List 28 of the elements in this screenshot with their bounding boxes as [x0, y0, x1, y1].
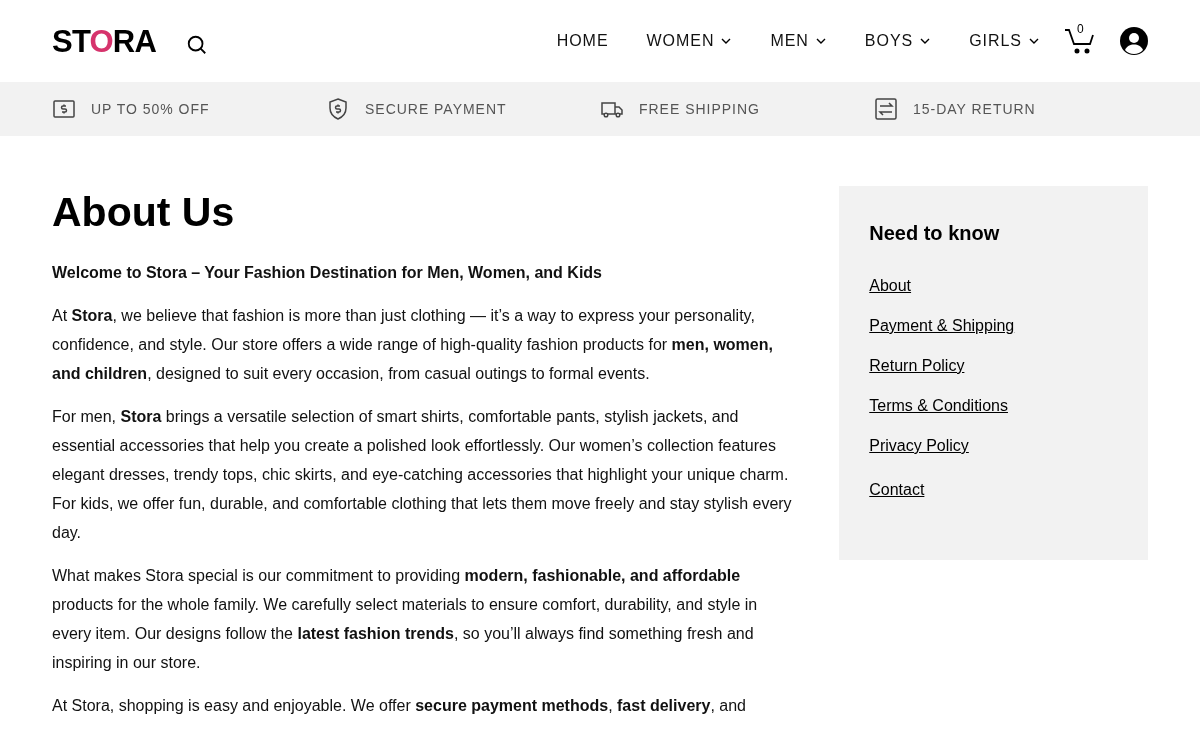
- paragraph: Welcome to Stora – Your Fashion Destination for Men, Women, and Kids: [52, 263, 603, 283]
- dollar-bill-icon: [52, 97, 76, 121]
- sidebar-link[interactable]: Contact: [869, 478, 925, 502]
- shield-dollar-icon: [326, 97, 350, 121]
- sidebar-link[interactable]: Privacy Policy: [869, 434, 969, 458]
- paragraph: What makes Stora special is our commitment to providing modern, fashionable, and affordable products for the whole family. We carefully select materials to ensure comfort, durability, and style in every item. Our designs follow the latest fashion trends, so you’ll always find something fresh and inspiring in our store.: [52, 566, 759, 673]
- feature-label: UP TO 50% OFF: [91, 99, 210, 119]
- nav-link[interactable]: BOYS: [864, 29, 932, 53]
- sidebar-link[interactable]: Payment & Shipping: [869, 314, 1015, 338]
- nav-link[interactable]: GIRLS: [969, 29, 1040, 53]
- sidebar-title: Need to know: [869, 221, 1001, 246]
- sidebar-link[interactable]: About: [869, 274, 912, 298]
- nav-link[interactable]: HOME: [556, 29, 609, 53]
- sidebar-link[interactable]: Return Policy: [869, 354, 965, 378]
- nav-link[interactable]: MEN: [770, 29, 827, 53]
- sidebar-link[interactable]: Terms & Conditions: [869, 394, 1008, 418]
- nav-link[interactable]: WOMEN: [646, 29, 733, 53]
- exchange-arrows-icon: [874, 97, 898, 121]
- feature-label: 15-DAY RETURN: [913, 99, 1036, 119]
- page-title: About Us: [52, 188, 236, 237]
- logo[interactable]: STORA: [52, 25, 157, 57]
- paragraph: For men, Stora brings a versatile selection of smart shirts, comfortable pants, stylish jackets, and essential accessories that help you create a polished look effortlessly. Our women’s collection features elegant dresses, trendy tops, chic skirts, and eye-catching accessories that highlight your unique charm. For kids, we offer fun, durable, and comfortable clothing that lets them move freely and stay stylish every day.: [52, 407, 793, 543]
- paragraph: At Stora, we believe that fashion is more than just clothing — it’s a way to express your personality, confidence, and style. Our store offers a wide range of high-quality fashion products for men, women, and children, designed to suit every occasion, from casual outings to formal events.: [52, 306, 774, 384]
- feature-label: FREE SHIPPING: [639, 99, 760, 119]
- search-icon[interactable]: [186, 34, 209, 56]
- paragraph: At Stora, shopping is easy and enjoyable. We offer secure payment methods, fast delivery, and: [52, 696, 747, 716]
- user-avatar-icon[interactable]: [1120, 27, 1148, 55]
- feature-label: SECURE PAYMENT: [365, 99, 507, 119]
